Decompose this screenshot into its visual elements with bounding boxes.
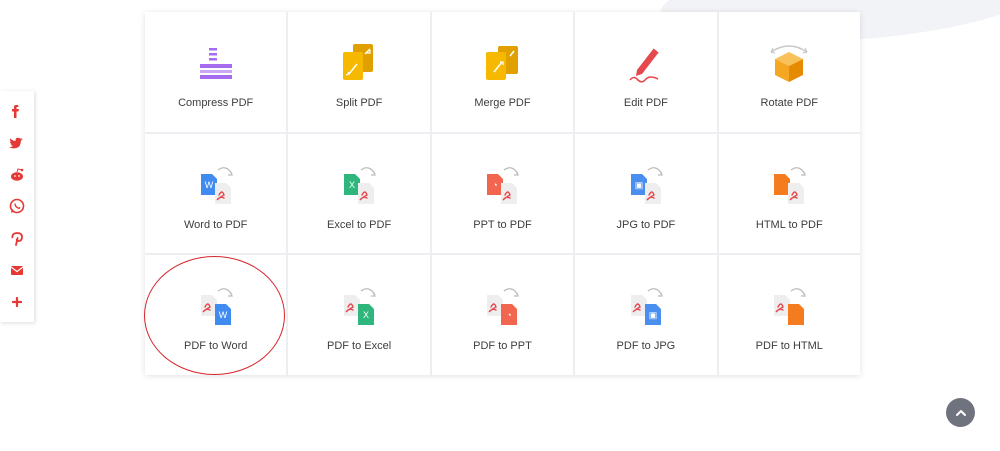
facebook-icon [12,104,19,118]
svg-text:X: X [349,180,355,190]
share-button-pinterest[interactable] [7,228,27,248]
tool-card-pdf-to-word[interactable]: W PDF to Word [145,255,287,375]
tool-label: Compress PDF [178,97,254,109]
ppt-to-pdf-icon: ◔ [472,158,532,214]
share-button-reddit[interactable] [7,165,27,185]
tool-label: Word to PDF [184,218,248,231]
svg-text:▣: ▣ [649,310,658,320]
tool-label: Merge PDF [474,97,531,109]
tool-card-split-pdf[interactable]: Split PDF [288,12,430,132]
tool-card-pdf-to-ppt[interactable]: ◔ PDF to PPT [431,255,574,375]
excel-to-pdf-icon: X [329,158,389,214]
tool-label: PDF to Word [184,340,248,353]
chevron-up-icon [955,409,966,416]
plus-icon [11,296,23,308]
svg-text:W: W [218,310,227,320]
share-button-more[interactable] [7,292,27,312]
share-button-email[interactable] [7,260,27,280]
pdf-to-excel-icon: X [329,279,389,335]
social-share-bar [0,91,34,322]
tool-card-html-to-pdf[interactable]: HTML to PDF [718,133,860,254]
tool-label: PPT to PDF [473,218,532,231]
tool-card-word-to-pdf[interactable]: W Word to PDF [145,133,287,254]
email-icon [10,266,24,276]
tool-label: Split PDF [335,97,383,109]
pdf-to-word-icon: W [186,279,246,335]
tool-label: PDF to PPT [473,340,532,353]
svg-text:◔: ◔ [493,180,498,190]
tool-label: PDF to HTML [755,340,823,353]
tool-label: Rotate PDF [760,97,819,109]
svg-text:W: W [204,180,213,190]
tool-card-pdf-to-jpg[interactable]: ▣ PDF to JPG [575,255,717,375]
tool-card-jpg-to-pdf[interactable]: ▣ JPG to PDF [575,133,717,254]
tool-label: Edit PDF [623,97,668,109]
jpg-to-pdf-icon: ▣ [616,158,676,214]
tool-card-compress-pdf[interactable]: Compress PDF [145,12,287,132]
twitter-icon [9,137,23,149]
tool-label: Excel to PDF [327,218,392,231]
share-button-twitter[interactable] [7,133,27,153]
tool-card-rotate-pdf[interactable]: Rotate PDF [718,12,860,132]
html-to-pdf-icon [759,158,819,214]
tool-label: PDF to Excel [327,340,392,353]
svg-text:X: X [363,310,369,320]
pdf-to-html-icon [759,279,819,335]
svg-text:▣: ▣ [635,180,644,190]
svg-text:◔: ◔ [507,310,512,320]
pdf-to-ppt-icon: ◔ [472,279,532,335]
split-icon [329,36,389,92]
back-to-top-button[interactable] [946,398,975,427]
pdf-to-jpg-icon: ▣ [616,279,676,335]
pdf-tools-grid: Compress PDF Split PDF Merge PDF Edit PD… [145,12,860,375]
rotate-cube-icon [759,36,819,92]
tool-card-pdf-to-excel[interactable]: X PDF to Excel [288,255,430,375]
tool-card-edit-pdf[interactable]: Edit PDF [575,12,717,132]
compress-icon [186,36,246,92]
word-to-pdf-icon: W [186,158,246,214]
tool-card-excel-to-pdf[interactable]: X Excel to PDF [288,133,430,254]
reddit-icon [11,168,24,181]
tool-card-pdf-to-html[interactable]: PDF to HTML [718,255,860,375]
edit-pen-icon [616,36,676,92]
share-button-facebook[interactable] [7,101,27,121]
share-button-whatsapp[interactable] [7,196,27,216]
pinterest-icon [11,232,23,247]
merge-icon [472,36,532,92]
whatsapp-icon [9,199,25,214]
tool-card-ppt-to-pdf[interactable]: ◔ PPT to PDF [431,133,574,254]
tool-label: HTML to PDF [755,218,823,231]
tool-label: JPG to PDF [616,218,676,231]
tool-card-merge-pdf[interactable]: Merge PDF [431,12,574,132]
tool-label: PDF to JPG [616,340,676,353]
